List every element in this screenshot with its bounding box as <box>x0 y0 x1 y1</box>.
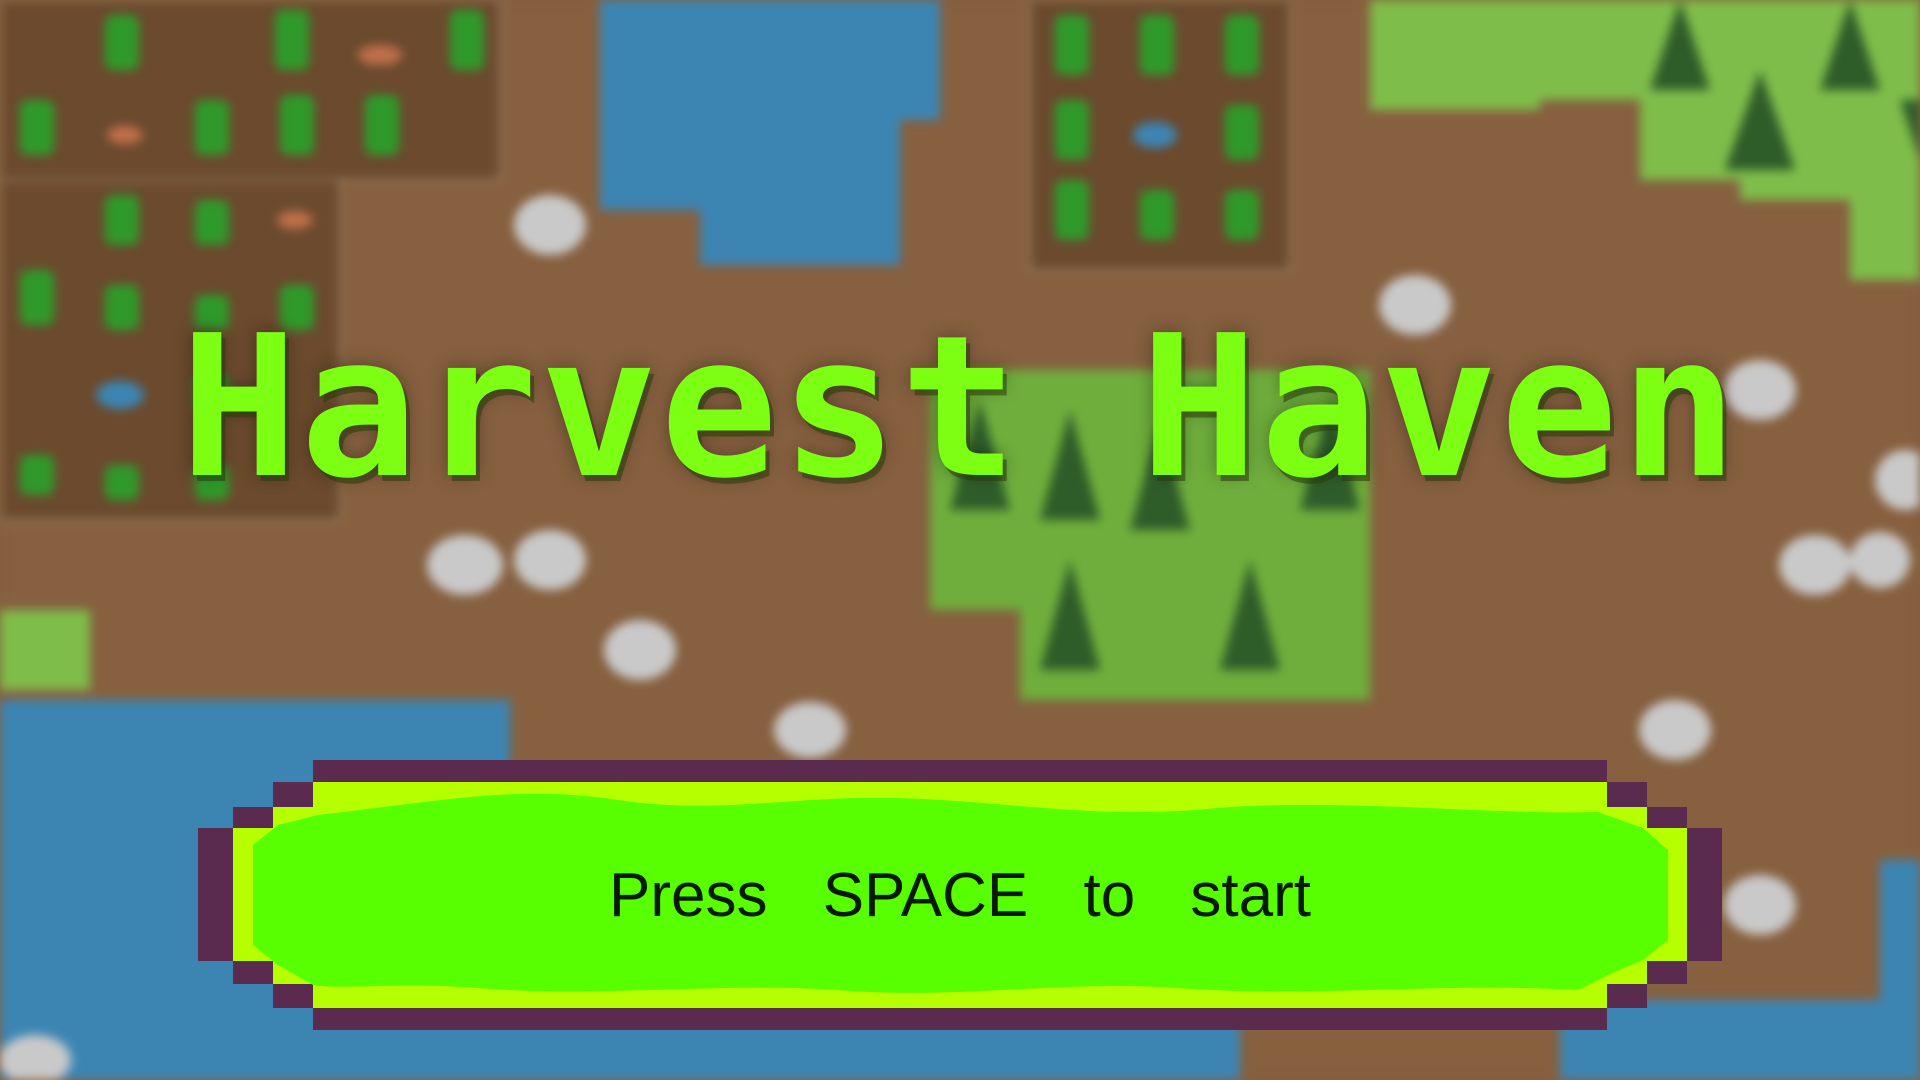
start-prompt-panel[interactable]: Press SPACE to start <box>198 760 1722 1030</box>
press-space-label: Press SPACE to start <box>608 860 1312 930</box>
game-title: Harvest Haven <box>179 294 1741 522</box>
